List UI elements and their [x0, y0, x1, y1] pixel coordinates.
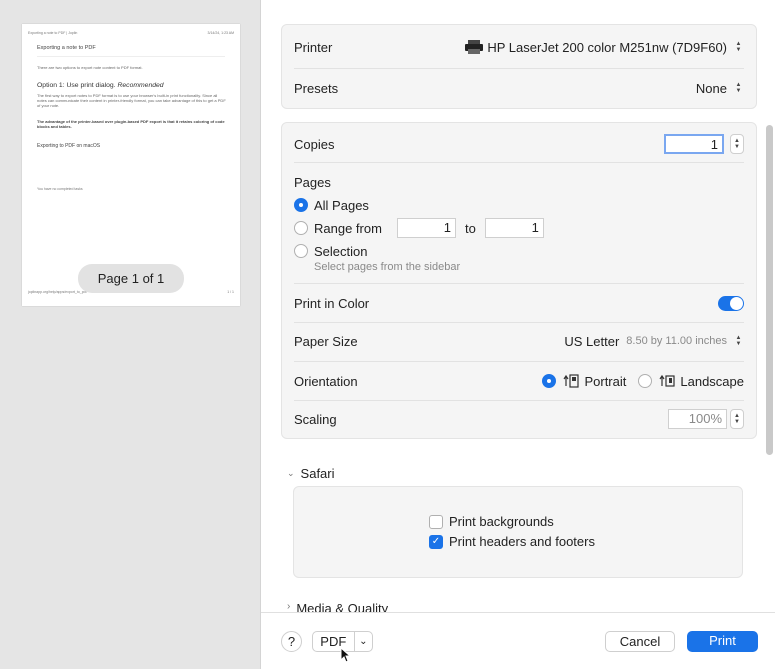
- portrait-icon: [563, 374, 580, 388]
- printer-value: HP LaserJet 200 color M251nw (7D9F60): [487, 39, 727, 55]
- divider: [294, 68, 744, 69]
- chevron-right-icon: ›: [287, 601, 291, 612]
- range-option: Range from 1 to 1: [294, 217, 744, 239]
- pages-heading: Pages: [294, 173, 744, 191]
- presets-label: Presets: [294, 80, 339, 96]
- selection-radio[interactable]: [294, 244, 308, 258]
- portrait-radio[interactable]: [542, 374, 557, 388]
- preview-paragraph-1: The first way to export notes to PDF for…: [37, 93, 226, 109]
- preview-intro: There are two options to export note con…: [37, 65, 143, 70]
- page-count-badge: Page 1 of 1: [78, 264, 184, 293]
- printer-label: Printer: [294, 39, 333, 55]
- chevron-down-icon: ⌄: [353, 632, 372, 651]
- paper-size-stepper-icon: ▲ ▼: [735, 335, 742, 347]
- print-headers-checkbox[interactable]: ✓: [429, 534, 443, 549]
- range-label: Range from: [314, 220, 382, 236]
- print-settings-group: Copies 1 ▲ ▼ Pages All Pages Range from 1…: [281, 122, 757, 439]
- color-toggle[interactable]: [718, 295, 744, 311]
- preview-footer-left: joplinapp.org/help/apps/export_to_pdf: [28, 290, 87, 294]
- preview-pane: Exporting a note to PDF | Joplin 3/14/24…: [0, 0, 261, 669]
- paper-size-value: US Letter: [564, 333, 620, 349]
- presets-stepper-icon: ▲ ▼: [735, 82, 742, 94]
- scaling-control: 100% ▲ ▼: [668, 409, 744, 429]
- preview-footer-right: 1 / 1: [227, 290, 234, 294]
- printer-select[interactable]: HP LaserJet 200 color M251nw (7D9F60) ▲ ▼: [465, 39, 744, 55]
- safari-options-group: Print backgrounds ✓ Print headers and fo…: [293, 486, 743, 578]
- paper-size-label: Paper Size: [294, 333, 358, 349]
- scaling-row: Scaling 100% ▲ ▼: [294, 408, 744, 430]
- printer-group: Printer HP LaserJet 200 color M251nw (7D…: [281, 24, 757, 109]
- preview-tasks-note: You have no completed tasks: [37, 187, 83, 191]
- printer-icon: [465, 40, 484, 54]
- landscape-icon: [659, 374, 675, 387]
- paper-size-detail: 8.50 by 11.00 inches: [626, 335, 727, 347]
- copies-label: Copies: [294, 136, 335, 152]
- range-radio[interactable]: [294, 221, 308, 235]
- cursor-icon: [340, 647, 352, 663]
- preview-section-heading: Exporting to PDF on macOS: [37, 143, 101, 149]
- range-to-label: to: [465, 220, 476, 236]
- print-button[interactable]: Print: [687, 631, 758, 652]
- pages-label: Pages: [294, 174, 331, 190]
- landscape-label: Landscape: [680, 373, 744, 389]
- printer-stepper-icon: ▲ ▼: [735, 41, 742, 53]
- printer-row[interactable]: Printer HP LaserJet 200 color M251nw (7D…: [294, 37, 744, 57]
- safari-section-toggle[interactable]: ⌄ Safari: [287, 464, 335, 482]
- divider: [294, 162, 744, 163]
- copies-stepper[interactable]: ▲ ▼: [730, 134, 744, 154]
- presets-value: None: [695, 80, 727, 96]
- selection-hint: Select pages from the sidebar: [314, 261, 461, 273]
- all-pages-label: All Pages: [314, 197, 369, 213]
- divider: [294, 361, 744, 362]
- print-backgrounds-option[interactable]: Print backgrounds: [429, 514, 554, 529]
- landscape-radio[interactable]: [638, 374, 653, 388]
- print-headers-label: Print headers and footers: [449, 534, 595, 549]
- divider: [294, 322, 744, 323]
- range-to-input[interactable]: 1: [484, 218, 544, 238]
- preview-header-left: Exporting a note to PDF | Joplin: [28, 31, 78, 35]
- footer-bar: ? PDF ⌄ Cancel Print: [261, 612, 775, 669]
- copies-control: 1 ▲ ▼: [664, 134, 744, 154]
- all-pages-radio[interactable]: [294, 198, 308, 212]
- preview-paragraph-2: The advantage of the printer-based over …: [37, 119, 225, 130]
- portrait-label: Portrait: [584, 373, 627, 389]
- selection-label: Selection: [314, 243, 368, 259]
- orientation-options: Portrait Landscape: [542, 374, 744, 389]
- all-pages-option[interactable]: All Pages: [294, 195, 744, 215]
- preview-option-heading-text: Option 1: Use print dialog.: [37, 82, 116, 89]
- scaling-stepper[interactable]: ▲ ▼: [730, 409, 744, 429]
- chevron-down-icon: ⌄: [287, 467, 295, 478]
- presets-select[interactable]: None ▲ ▼: [696, 80, 744, 96]
- paper-size-select[interactable]: US Letter 8.50 by 11.00 inches ▲ ▼: [564, 333, 744, 349]
- divider: [294, 400, 744, 401]
- settings-pane: Printer HP LaserJet 200 color M251nw (7D…: [261, 0, 775, 669]
- color-label: Print in Color: [294, 295, 370, 311]
- preview-option-heading-em: Recommended: [117, 82, 164, 89]
- print-headers-option[interactable]: ✓ Print headers and footers: [429, 534, 595, 549]
- cancel-button[interactable]: Cancel: [605, 631, 675, 652]
- scaling-input[interactable]: 100%: [668, 409, 727, 429]
- color-row: Print in Color: [294, 293, 744, 313]
- scrollbar[interactable]: [766, 125, 773, 455]
- preview-option-heading: Option 1: Use print dialog. Recommended: [37, 82, 164, 89]
- copies-input[interactable]: 1: [664, 134, 724, 154]
- paper-size-row[interactable]: Paper Size US Letter 8.50 by 11.00 inche…: [294, 331, 744, 351]
- preview-title: Exporting a note to PDF: [37, 45, 96, 51]
- orientation-row: Orientation Portrait Landscape: [294, 371, 744, 391]
- preview-header-right: 3/14/24, 1:23 AM: [207, 31, 234, 35]
- selection-option[interactable]: Selection: [294, 241, 744, 261]
- safari-section-label: Safari: [300, 465, 335, 481]
- divider: [294, 283, 744, 284]
- copies-row: Copies 1 ▲ ▼: [294, 133, 744, 155]
- presets-row[interactable]: Presets None ▲ ▼: [294, 78, 744, 98]
- help-button[interactable]: ?: [281, 631, 302, 652]
- range-from-input[interactable]: 1: [397, 218, 456, 238]
- scaling-label: Scaling: [294, 411, 337, 427]
- preview-rule: [37, 56, 225, 57]
- orientation-label: Orientation: [294, 373, 358, 389]
- print-backgrounds-checkbox[interactable]: [429, 514, 443, 529]
- print-backgrounds-label: Print backgrounds: [449, 514, 554, 529]
